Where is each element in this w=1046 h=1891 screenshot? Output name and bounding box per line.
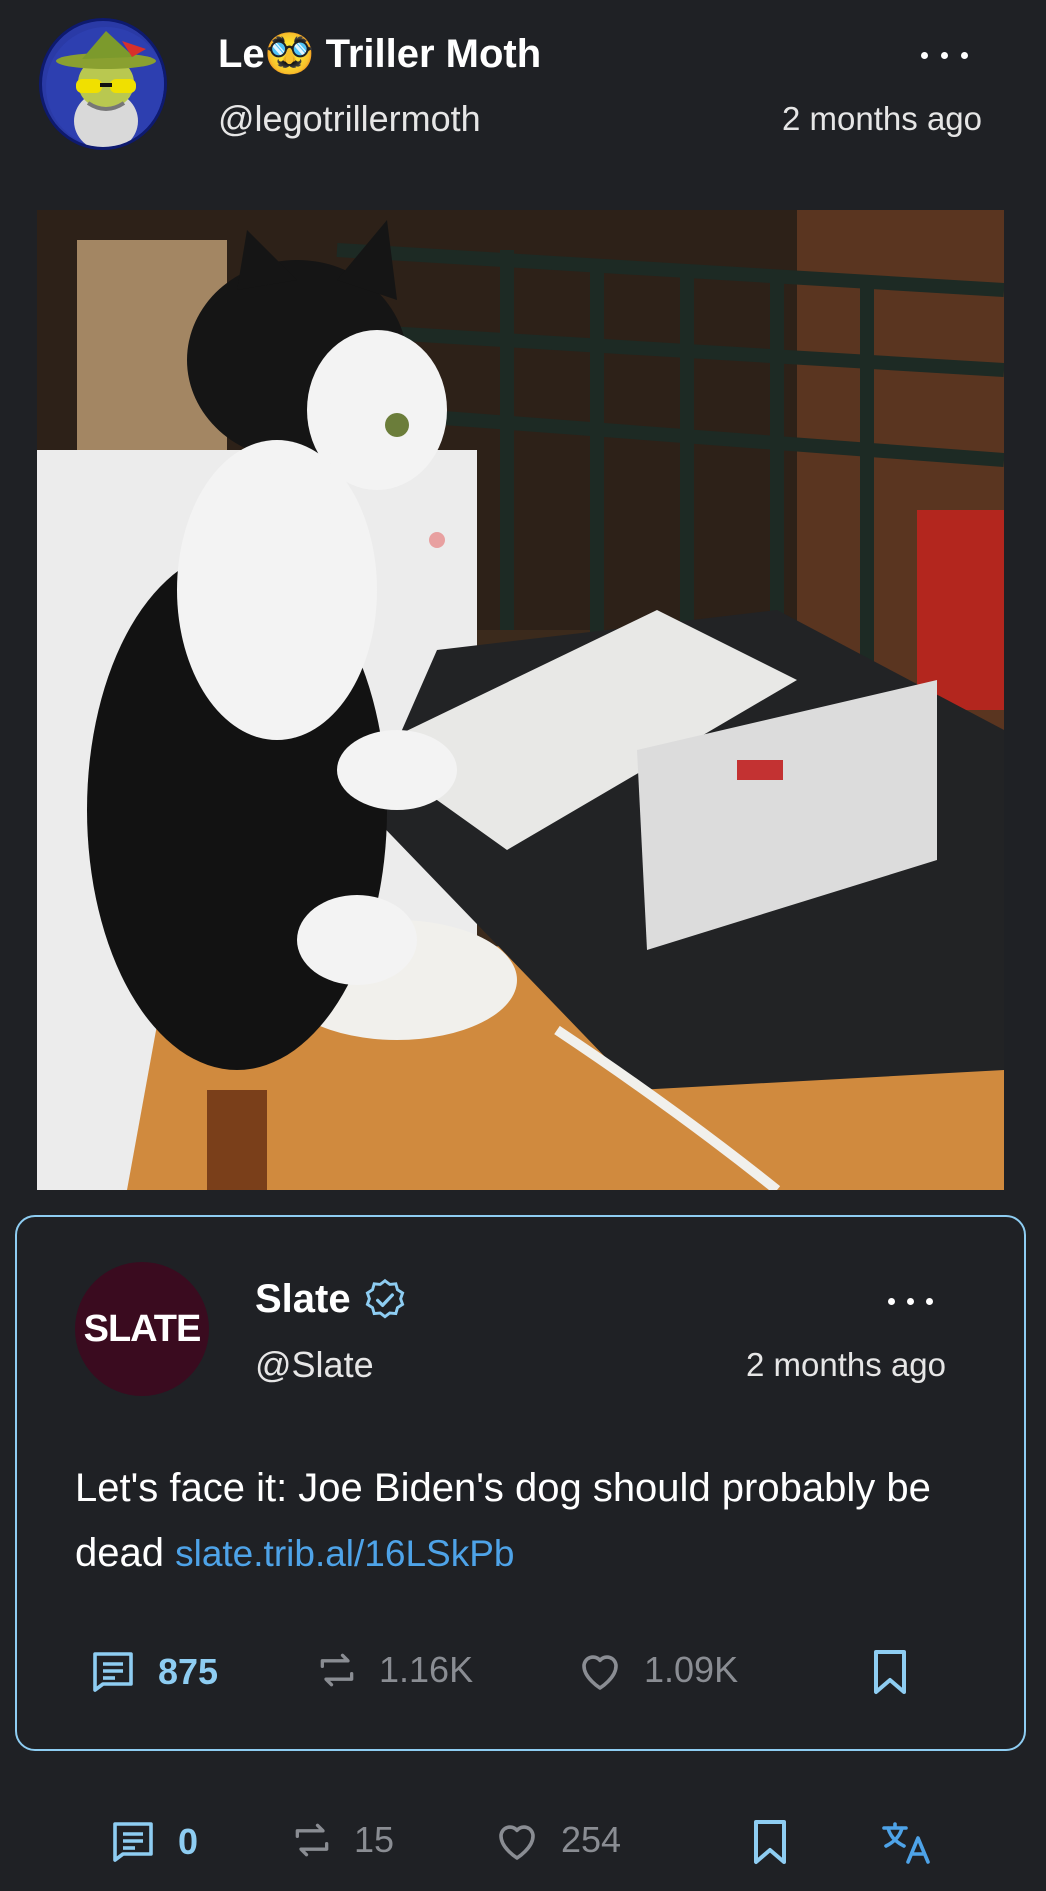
heart-icon: [582, 1655, 618, 1690]
quoted-reply-count: 875: [158, 1651, 219, 1692]
wizard-avatar-illustration: [46, 27, 164, 147]
slate-avatar[interactable]: SLATE: [75, 1262, 209, 1396]
heart-icon: [499, 1825, 535, 1860]
quoted-repost-count: 1.16K: [379, 1649, 474, 1690]
quoted-like-count: 1.09K: [644, 1649, 739, 1690]
repost-icon: [320, 1653, 354, 1687]
cat-photo-illustration: [37, 210, 1004, 1190]
post-more-options-icon[interactable]: [921, 52, 975, 66]
translate-button[interactable]: [880, 1818, 932, 1871]
repost-button[interactable]: 15: [290, 1818, 394, 1862]
bookmark-icon: [874, 1650, 906, 1694]
quoted-reply-button[interactable]: 875: [88, 1648, 218, 1696]
author-name[interactable]: Le🥸 Triller Moth: [218, 30, 541, 77]
repost-icon: [295, 1823, 329, 1857]
quoted-more-options-icon[interactable]: [888, 1298, 936, 1308]
post-timestamp: 2 months ago: [782, 100, 982, 137]
quoted-author-name-text: Slate: [255, 1277, 351, 1321]
slate-logo-text: SLATE: [83, 1307, 202, 1350]
quoted-timestamp: 2 months ago: [746, 1346, 946, 1383]
reply-count: 0: [178, 1821, 199, 1862]
author-name-prefix: Le: [218, 32, 265, 76]
quoted-like-button[interactable]: 1.09K: [576, 1648, 738, 1692]
quoted-post-link[interactable]: slate.trib.al/16LSkPb: [175, 1533, 514, 1574]
comment-icon: [93, 1652, 133, 1692]
quoted-author-handle[interactable]: @Slate: [255, 1344, 374, 1386]
comment-icon: [113, 1822, 153, 1862]
quoted-repost-button[interactable]: 1.16K: [315, 1648, 473, 1692]
verified-badge-icon: [365, 1278, 404, 1319]
reply-button[interactable]: 0: [108, 1818, 198, 1866]
author-avatar[interactable]: [39, 18, 167, 150]
quoted-bookmark-button[interactable]: [870, 1648, 910, 1701]
like-count: 254: [561, 1819, 622, 1860]
repost-count: 15: [354, 1819, 395, 1860]
bookmark-button[interactable]: [750, 1818, 790, 1871]
author-handle[interactable]: @legotrillermoth: [218, 98, 481, 140]
quoted-author-name[interactable]: Slate: [255, 1277, 407, 1322]
author-name-suffix: Triller Moth: [314, 32, 542, 76]
post-image-cat-at-computer[interactable]: [37, 210, 1004, 1190]
bookmark-icon: [754, 1820, 786, 1864]
quoted-post-text: Let's face it: Joe Biden's dog should pr…: [75, 1456, 975, 1586]
translate-icon: [882, 1822, 930, 1864]
disguise-face-emoji: 🥸: [264, 32, 315, 76]
like-button[interactable]: 254: [493, 1818, 621, 1862]
